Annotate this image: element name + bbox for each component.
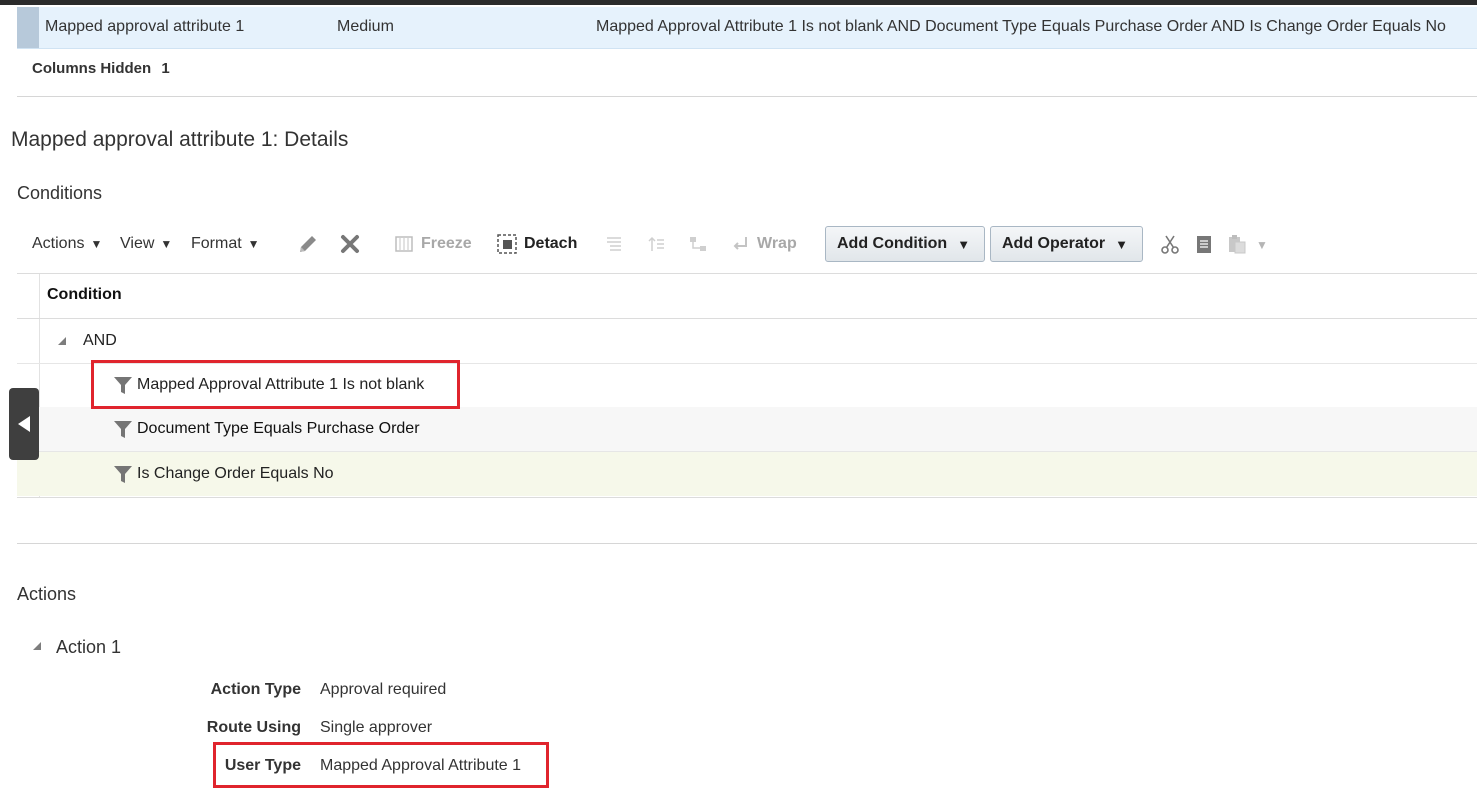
highlight-box	[91, 360, 460, 409]
caret-down-icon: ▼	[957, 236, 971, 252]
add-operator-button[interactable]: Add Operator ▼	[990, 226, 1143, 262]
triangle-left-icon	[18, 416, 30, 432]
rule-condition: Mapped Approval Attribute 1 Is not blank…	[596, 18, 1446, 35]
columns-hidden: Columns Hidden 1	[32, 60, 170, 77]
highlight-box	[213, 742, 549, 788]
freeze-icon	[393, 233, 415, 255]
view-menu-label: View	[120, 235, 155, 252]
paste-icon	[1226, 233, 1248, 255]
field-label-action-type: Action Type	[210, 681, 301, 698]
divider	[17, 543, 1477, 544]
freeze-button: Freeze	[421, 235, 472, 252]
condition-column-header: Condition	[47, 286, 122, 303]
filter-funnel-icon	[114, 466, 132, 483]
caret-down-icon: ▼	[247, 237, 260, 251]
add-condition-button[interactable]: Add Condition ▼	[825, 226, 985, 262]
panel-collapse-tab[interactable]	[9, 388, 39, 460]
cut-scissors-icon[interactable]	[1159, 233, 1181, 255]
details-title: Mapped approval attribute 1: Details	[11, 128, 349, 151]
move-up-icon	[645, 233, 667, 255]
divider	[17, 96, 1477, 97]
row-selector-handle[interactable]	[17, 7, 39, 48]
columns-hidden-count: 1	[161, 60, 170, 77]
delete-x-icon[interactable]	[339, 233, 361, 255]
conditions-title: Conditions	[17, 183, 103, 203]
hierarchy-icon	[687, 233, 709, 255]
wrap-icon	[729, 233, 751, 255]
format-menu[interactable]: Format ▼	[191, 235, 260, 253]
field-label-route-using: Route Using	[206, 719, 301, 736]
operator-row[interactable]: AND	[17, 319, 1477, 364]
operator-label: AND	[83, 332, 117, 349]
collapse-triangle-icon[interactable]	[58, 337, 66, 345]
detach-icon[interactable]	[496, 233, 518, 255]
condition-row[interactable]: Document Type Equals Purchase Order	[17, 407, 1477, 452]
table-header: Condition	[17, 274, 1477, 319]
columns-hidden-label: Columns Hidden	[32, 60, 152, 77]
caret-down-icon: ▼	[160, 237, 173, 251]
condition-row[interactable]: Is Change Order Equals No	[17, 452, 1477, 496]
field-value-route-using: Single approver	[320, 719, 433, 736]
actions-menu-label: Actions	[32, 235, 85, 252]
detach-button[interactable]: Detach	[524, 235, 577, 253]
view-menu[interactable]: View ▼	[120, 235, 172, 253]
filter-funnel-icon	[114, 421, 132, 438]
format-menu-label: Format	[191, 235, 242, 252]
field-value-action-type: Approval required	[320, 681, 447, 698]
rule-priority: Medium	[337, 18, 394, 35]
add-operator-label: Add Operator	[1002, 235, 1106, 252]
condition-text: Document Type Equals Purchase Order	[137, 420, 420, 437]
top-bar	[0, 0, 1477, 5]
actions-menu[interactable]: Actions ▼	[32, 235, 102, 253]
wrap-button: Wrap	[757, 235, 797, 252]
add-condition-label: Add Condition	[837, 235, 948, 252]
selected-rule-row[interactable]: Mapped approval attribute 1 Medium Mappe…	[17, 7, 1477, 49]
caret-down-icon: ▼	[90, 237, 103, 251]
collapse-triangle-icon[interactable]	[33, 642, 41, 650]
copy-icon[interactable]	[1193, 233, 1215, 255]
rule-name: Mapped approval attribute 1	[45, 18, 245, 35]
caret-down-icon: ▼	[1115, 236, 1128, 252]
action-1-label: Action 1	[56, 637, 122, 657]
wrap-rows-icon	[603, 233, 625, 255]
condition-text: Is Change Order Equals No	[137, 465, 334, 482]
edit-pencil-icon[interactable]	[297, 233, 319, 255]
paste-dropdown-icon: ▼	[1256, 238, 1268, 252]
actions-title: Actions	[17, 584, 77, 604]
